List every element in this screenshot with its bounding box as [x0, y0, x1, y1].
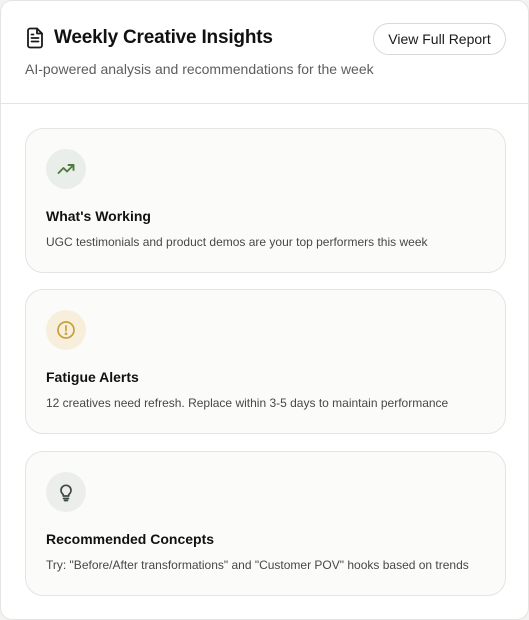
insight-icon-badge: [46, 310, 86, 350]
insight-card-recommended-concepts[interactable]: Recommended Concepts Try: "Before/After …: [25, 451, 506, 596]
trending-up-icon: [57, 164, 75, 174]
title-row: Weekly Creative Insights: [25, 27, 273, 49]
lightbulb-icon: [60, 484, 72, 502]
alert-circle-icon: [57, 321, 75, 339]
insight-card-fatigue-alerts[interactable]: Fatigue Alerts 12 creatives need refresh…: [25, 289, 506, 434]
insight-title: What's Working: [46, 208, 151, 224]
document-icon: [27, 27, 43, 49]
view-full-report-button[interactable]: View Full Report: [373, 23, 506, 55]
panel-header: Weekly Creative Insights AI-powered anal…: [1, 1, 528, 104]
weekly-insights-panel: Weekly Creative Insights AI-powered anal…: [0, 0, 529, 620]
insight-description: 12 creatives need refresh. Replace withi…: [46, 396, 449, 410]
page-title: Weekly Creative Insights: [54, 27, 273, 48]
insight-card-whats-working[interactable]: What's Working UGC testimonials and prod…: [25, 128, 506, 273]
insight-title: Recommended Concepts: [46, 531, 215, 547]
insight-description: UGC testimonials and product demos are y…: [46, 235, 428, 249]
insight-icon-badge: [46, 472, 86, 512]
page-subtitle: AI-powered analysis and recommendations …: [25, 61, 374, 77]
insight-icon-badge: [46, 149, 86, 189]
insight-description: Try: "Before/After transformations" and …: [46, 558, 469, 572]
insight-title: Fatigue Alerts: [46, 369, 139, 385]
